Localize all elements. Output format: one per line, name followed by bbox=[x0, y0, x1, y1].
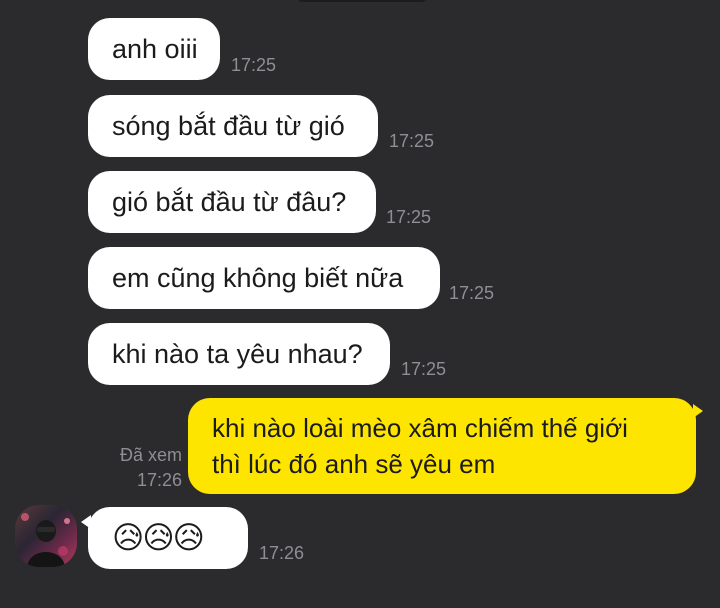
message-line: khi nào loài mèo xâm chiếm thế giới bbox=[212, 413, 628, 443]
avatar[interactable] bbox=[15, 505, 77, 567]
sad-emoji: 😥😥😥 bbox=[112, 520, 205, 555]
outgoing-message-bubble[interactable]: khi nào loài mèo xâm chiếm thế giới thì … bbox=[188, 398, 703, 494]
read-label: Đã xem bbox=[119, 445, 182, 465]
message-bubble-1[interactable]: anh oiii bbox=[88, 18, 220, 80]
message-time: 17:25 bbox=[401, 359, 447, 379]
message-bubble-2[interactable]: sóng bắt đầu từ gió bbox=[88, 95, 378, 157]
message-text: gió bắt đầu từ đâu? bbox=[112, 186, 347, 217]
read-receipt: Đã xem 17:26 bbox=[100, 445, 182, 491]
message-time: 17:25 bbox=[389, 131, 435, 151]
message-time: 17:26 bbox=[136, 470, 182, 490]
message-bubble-5[interactable]: khi nào ta yêu nhau? bbox=[88, 323, 390, 385]
top-bar-edge bbox=[298, 0, 426, 2]
avatar-photo bbox=[21, 513, 70, 567]
reply-bubble[interactable]: 😥😥😥 bbox=[81, 507, 248, 569]
message-time: 17:26 bbox=[259, 543, 305, 563]
message-bubble-4[interactable]: em cũng không biết nữa bbox=[88, 247, 440, 309]
message-text: khi nào ta yêu nhau? bbox=[112, 338, 363, 369]
message-time: 17:25 bbox=[386, 207, 432, 227]
message-text: anh oiii bbox=[112, 33, 198, 64]
message-text: sóng bắt đầu từ gió bbox=[112, 110, 345, 141]
message-time: 17:25 bbox=[449, 283, 495, 303]
message-line: thì lúc đó anh sẽ yêu em bbox=[212, 449, 496, 479]
message-text: em cũng không biết nữa bbox=[112, 262, 404, 293]
message-time: 17:25 bbox=[231, 55, 277, 75]
message-bubble-3[interactable]: gió bắt đầu từ đâu? bbox=[88, 171, 376, 233]
